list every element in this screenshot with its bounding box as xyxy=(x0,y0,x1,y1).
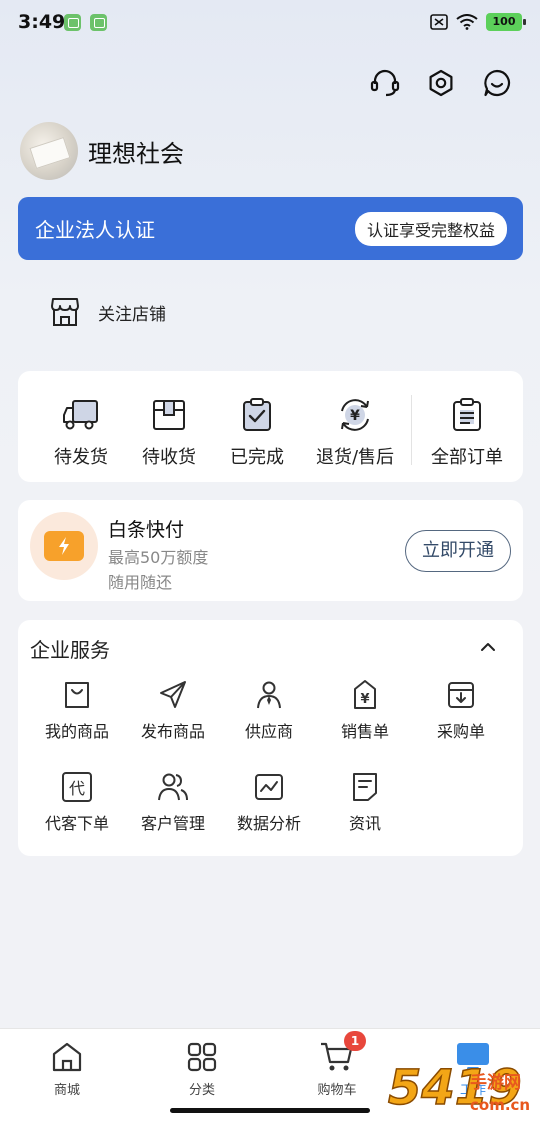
order-completed[interactable]: 已完成 xyxy=(212,397,302,469)
tab-mall[interactable]: 商城 xyxy=(22,1039,112,1098)
avatar[interactable] xyxy=(20,122,78,180)
shopping-bag-icon xyxy=(65,682,89,708)
status-indicators: 100 xyxy=(430,13,526,31)
service-my-products[interactable]: 我的商品 xyxy=(32,678,122,742)
proxy-order-icon: 代 xyxy=(62,772,92,802)
order-list-icon xyxy=(453,398,481,431)
service-customer-management[interactable]: 客户管理 xyxy=(128,770,218,834)
service-label: 数据分析 xyxy=(236,814,301,833)
site-watermark: 5419 手游网 com.cn xyxy=(387,1061,538,1122)
follow-store-row[interactable]: 关注店铺 xyxy=(50,296,166,328)
order-label: 退货/售后 xyxy=(315,447,395,468)
status-time: 3:49 xyxy=(18,11,66,33)
refund-icon: ¥ xyxy=(341,399,369,431)
cart-badge: 1 xyxy=(344,1031,366,1051)
service-data-analysis[interactable]: 数据分析 xyxy=(224,770,314,834)
service-label: 资讯 xyxy=(348,814,381,833)
purchase-box-icon xyxy=(448,682,474,708)
orders-card: 待发货 待收货 已完成 ¥ 退货/售后 全部订单 xyxy=(18,371,523,482)
news-icon xyxy=(353,773,377,801)
lightning-card-icon xyxy=(44,531,84,561)
truck-icon xyxy=(63,400,98,430)
wifi-icon xyxy=(456,14,478,30)
payment-subtitle: 最高50万额度 xyxy=(108,548,209,567)
order-pending-shipment[interactable]: 待发货 xyxy=(36,397,126,469)
notification-app-icon xyxy=(64,14,81,31)
order-pending-receipt[interactable]: 待收货 xyxy=(124,397,214,469)
orders-divider xyxy=(411,395,412,465)
service-publish-product[interactable]: 发布商品 xyxy=(128,678,218,742)
order-all[interactable]: 全部订单 xyxy=(422,397,512,469)
certification-title: 企业法人认证 xyxy=(35,218,155,242)
tab-label: 分类 xyxy=(188,1083,215,1098)
profile-section[interactable]: 理想社会 xyxy=(20,122,184,180)
enterprise-services-card: 企业服务 我的商品 发布商品 供应商 ¥ 销售单 采购单 代 代客下单 客户管理… xyxy=(18,620,523,856)
svg-text:¥: ¥ xyxy=(360,692,369,707)
profile-name: 理想社会 xyxy=(88,139,184,168)
order-label: 已完成 xyxy=(230,447,284,468)
svg-text:¥: ¥ xyxy=(350,408,360,424)
customers-icon xyxy=(158,773,188,801)
order-label: 全部订单 xyxy=(431,447,503,468)
activate-button[interactable]: 立即开通 xyxy=(405,530,511,572)
tab-label: 购物车 xyxy=(317,1083,357,1098)
credit-payment-card[interactable]: 白条快付 最高50万额度 随用随还 立即开通 xyxy=(18,500,523,601)
service-news[interactable]: 资讯 xyxy=(320,770,410,834)
store-icon xyxy=(51,298,79,326)
send-icon xyxy=(160,681,186,708)
watermark-domain: com.cn xyxy=(470,1096,531,1114)
notification-app-icon xyxy=(90,14,107,31)
header-actions xyxy=(368,66,514,100)
service-label: 客户管理 xyxy=(140,814,205,833)
service-sales-orders[interactable]: ¥ 销售单 xyxy=(320,678,410,742)
home-icon xyxy=(52,1042,82,1072)
payment-icon-wrap xyxy=(30,512,98,580)
service-label: 我的商品 xyxy=(44,722,109,741)
service-proxy-order[interactable]: 代 代客下单 xyxy=(32,770,122,834)
services-title: 企业服务 xyxy=(30,638,110,662)
package-icon xyxy=(153,400,185,430)
home-indicator xyxy=(170,1108,370,1113)
tab-cart[interactable]: 1 购物车 xyxy=(292,1031,382,1098)
tab-category[interactable]: 分类 xyxy=(157,1039,247,1098)
battery-icon: 100 xyxy=(486,13,526,31)
service-label: 销售单 xyxy=(340,722,389,741)
follow-store-label: 关注店铺 xyxy=(98,304,166,325)
order-label: 待收货 xyxy=(142,447,196,468)
certification-banner[interactable]: 企业法人认证 认证享受完整权益 xyxy=(18,197,523,260)
tab-label: 商城 xyxy=(53,1083,80,1098)
order-label: 待发货 xyxy=(54,447,108,468)
service-suppliers[interactable]: 供应商 xyxy=(224,678,314,742)
no-sim-icon xyxy=(430,14,448,30)
service-label: 采购单 xyxy=(436,722,485,741)
sales-tag-icon: ¥ xyxy=(354,680,376,709)
message-icon[interactable] xyxy=(480,66,514,100)
service-label: 供应商 xyxy=(244,722,293,741)
status-bar: 3:49 100 xyxy=(0,0,540,46)
payment-note: 随用随还 xyxy=(108,573,173,592)
settings-icon[interactable] xyxy=(424,66,458,100)
grid-icon xyxy=(187,1042,217,1072)
order-returns[interactable]: ¥ 退货/售后 xyxy=(310,397,400,469)
payment-title: 白条快付 xyxy=(108,519,185,541)
chart-icon xyxy=(255,774,283,800)
watermark-name: 手游网 xyxy=(470,1073,521,1093)
supplier-icon xyxy=(257,681,281,709)
certification-button[interactable]: 认证享受完整权益 xyxy=(354,211,507,246)
clipboard-check-icon xyxy=(243,398,271,431)
service-purchase-orders[interactable]: 采购单 xyxy=(416,678,506,742)
service-label: 发布商品 xyxy=(140,722,205,741)
chevron-up-icon[interactable] xyxy=(479,638,497,656)
customer-service-icon[interactable] xyxy=(368,66,402,100)
service-label: 代客下单 xyxy=(44,814,109,833)
